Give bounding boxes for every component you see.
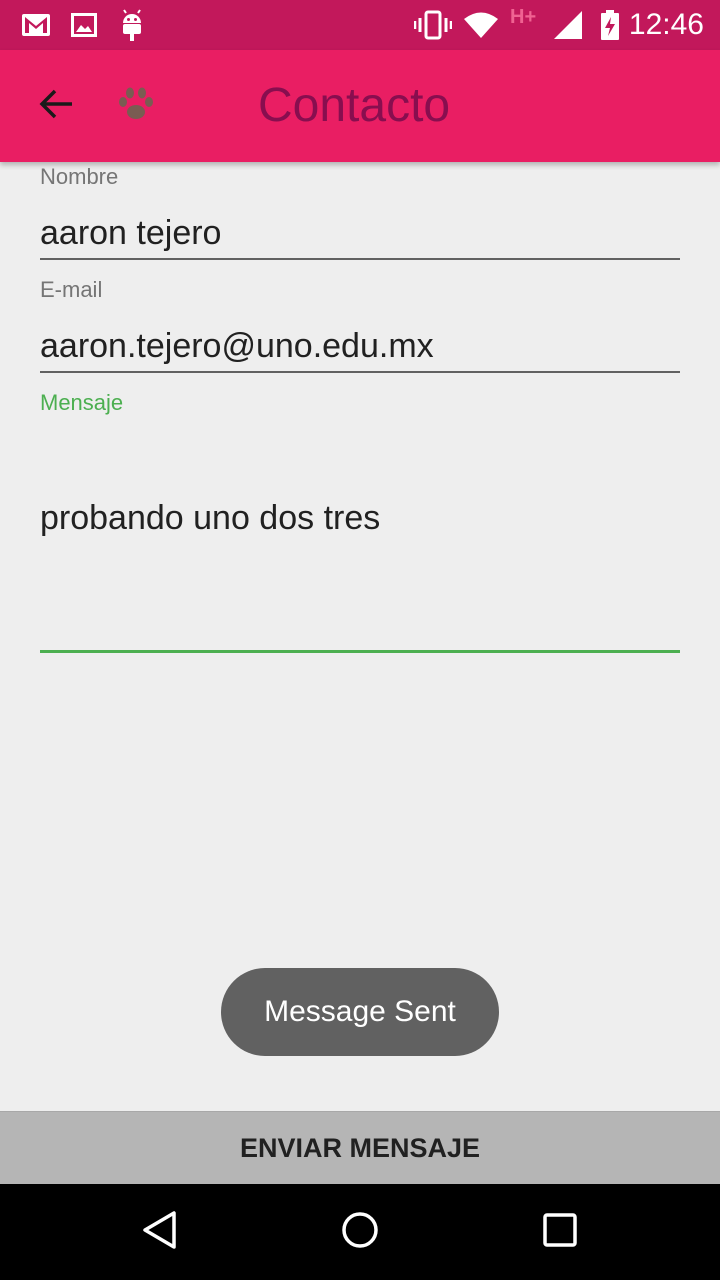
send-message-button[interactable]: ENVIAR MENSAJE	[0, 1111, 720, 1184]
arrow-left-icon	[38, 88, 74, 125]
triangle-back-icon	[140, 1210, 180, 1255]
message-field[interactable]: probando uno dos tres	[40, 420, 680, 656]
app-toolbar: Contacto	[0, 50, 720, 162]
message-text: probando uno dos tres	[40, 499, 381, 537]
android-icon	[118, 9, 146, 41]
wifi-icon	[462, 9, 500, 41]
toast-message: Message Sent	[221, 968, 499, 1056]
back-button[interactable]	[30, 80, 82, 132]
message-label: Mensaje	[40, 390, 124, 415]
gmail-icon	[20, 9, 52, 41]
square-recents-icon	[540, 1210, 580, 1255]
email-field[interactable]	[40, 321, 680, 373]
nav-recents-button[interactable]	[530, 1202, 590, 1262]
page-title: Contacto	[258, 79, 451, 132]
status-time: 12:46	[628, 8, 704, 41]
network-type: H+	[510, 6, 537, 28]
app-logo	[110, 80, 162, 132]
navigation-bar	[0, 1184, 720, 1280]
circle-home-icon	[340, 1210, 380, 1255]
battery-charging-icon	[598, 9, 622, 41]
nav-back-button[interactable]	[130, 1202, 190, 1262]
message-underline	[40, 650, 680, 653]
name-field[interactable]	[40, 208, 680, 260]
name-label: Nombre	[40, 164, 119, 189]
image-icon	[70, 9, 98, 41]
signal-icon	[552, 9, 584, 41]
email-label: E-mail	[40, 277, 103, 302]
nav-home-button[interactable]	[330, 1202, 390, 1262]
status-bar: H+ 12:46	[0, 0, 720, 50]
vibrate-icon	[414, 9, 452, 41]
paw-icon	[117, 86, 155, 127]
